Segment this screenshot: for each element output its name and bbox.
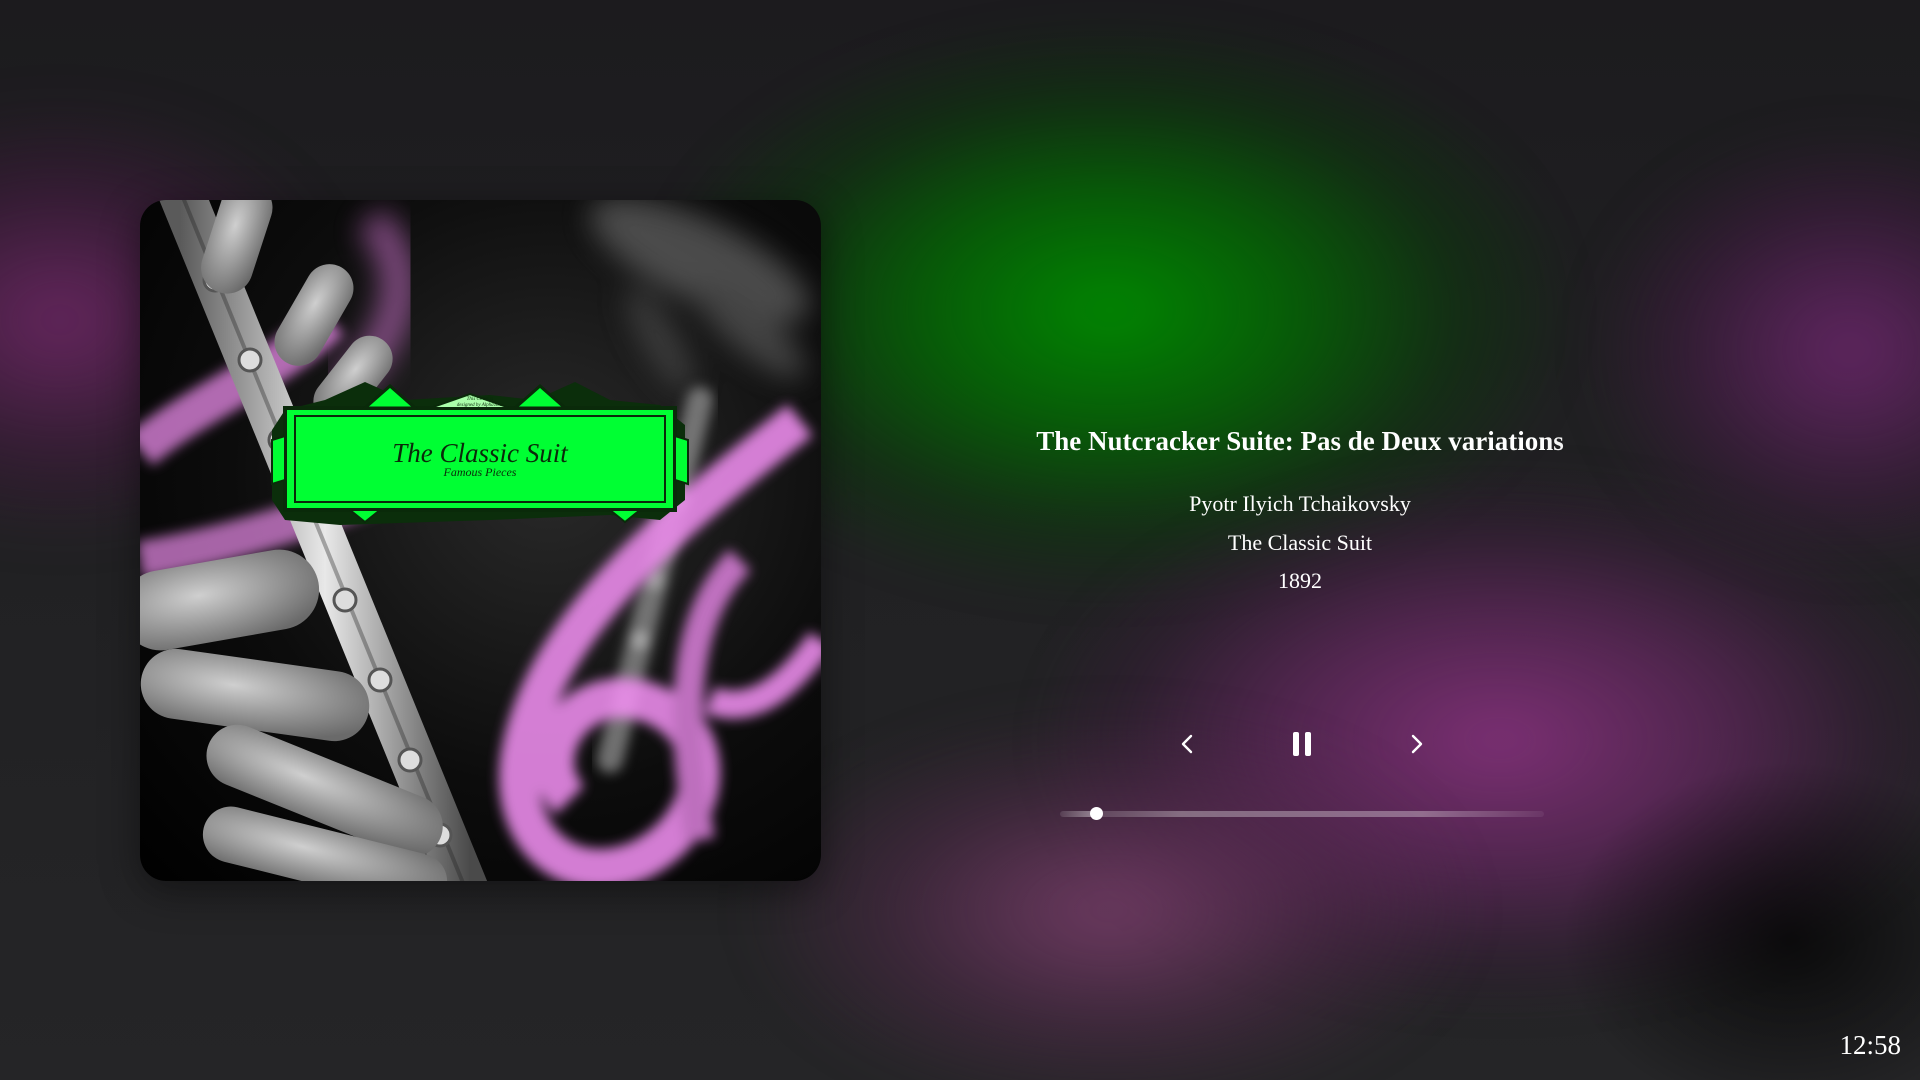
track-album: The Classic Suit	[1227, 529, 1373, 555]
banner-subtitle: Famous Pieces	[443, 465, 517, 479]
track-info: The Nutcracker Suite: Pas de Deux variat…	[900, 420, 1700, 601]
banner-title: The Classic Suit	[392, 438, 569, 468]
banner-credit-2: designed by AlphaTone	[457, 403, 504, 408]
track-artist: Pyotr Ilyich Tchaikovsky	[1189, 491, 1411, 516]
previous-track-button[interactable]	[1166, 722, 1210, 766]
progress-knob[interactable]	[1090, 807, 1104, 820]
play-pause-button[interactable]	[1280, 722, 1324, 766]
playback-controls	[1166, 722, 1438, 766]
now-playing-screen: This Cover is designed by AlphaTone The …	[0, 0, 1920, 1080]
chevron-right-icon	[1411, 734, 1423, 754]
banner-credit-1: This Cover is	[467, 397, 494, 402]
clock: 12:58	[1839, 1030, 1901, 1060]
album-banner: This Cover is designed by AlphaTone The …	[271, 382, 689, 525]
track-year: 1892	[1278, 568, 1322, 593]
background-glow-pink	[760, 720, 1460, 1080]
track-title: The Nutcracker Suite: Pas de Deux variat…	[900, 420, 1700, 462]
progress-track	[1060, 811, 1544, 817]
track-meta: Pyotr Ilyich Tchaikovsky The Classic Sui…	[900, 485, 1700, 601]
album-art: This Cover is designed by AlphaTone The …	[140, 200, 821, 881]
chevron-left-icon	[1181, 734, 1193, 754]
album-art-illustration: This Cover is designed by AlphaTone The …	[140, 200, 821, 881]
next-track-button[interactable]	[1394, 722, 1438, 766]
background-hands	[589, 200, 811, 393]
pause-icon	[1293, 732, 1311, 756]
progress-bar[interactable]	[1060, 806, 1544, 822]
